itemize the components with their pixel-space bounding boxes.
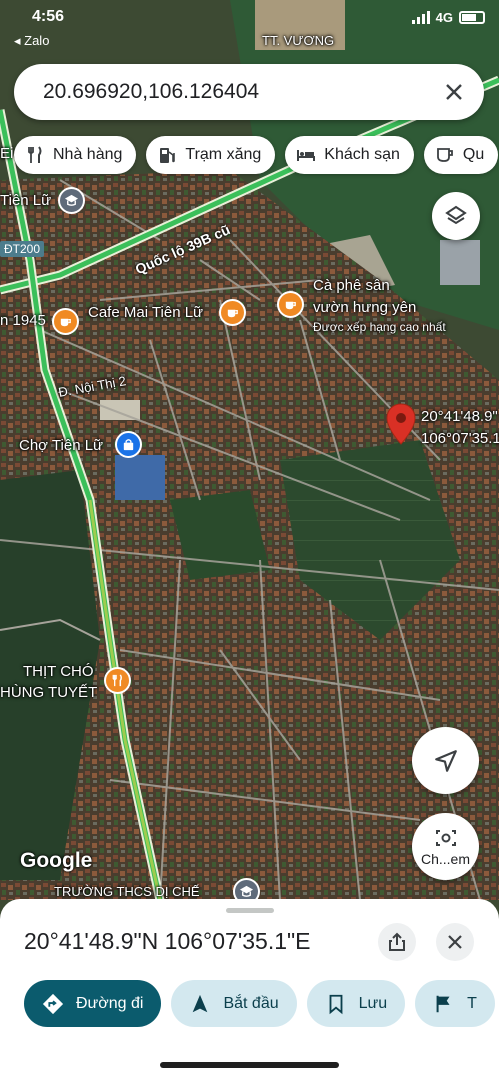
- share-button[interactable]: [378, 923, 416, 961]
- sheet-drag-handle[interactable]: [226, 908, 274, 913]
- close-icon[interactable]: [434, 72, 474, 112]
- label-button[interactable]: T: [415, 980, 495, 1027]
- chip-label: Trạm xăng: [185, 146, 262, 163]
- directions-button[interactable]: Đường đi: [24, 980, 162, 1027]
- pin-longitude-label: 106°07'35.1": [421, 430, 499, 447]
- place-bottom-sheet[interactable]: 20°41'48.9"N 106°07'35.1"E Đường đi Bắt …: [0, 899, 499, 1080]
- poi-label-truong[interactable]: TRƯỜNG THCS DỊ CHẾ: [54, 884, 200, 899]
- poi-label-ca-phe-san-line1[interactable]: Cà phê sân: [313, 277, 390, 294]
- poi-label-thit-cho-line1[interactable]: THỊT CHÓ: [23, 663, 94, 680]
- battery-icon: [459, 11, 485, 24]
- poi-label-tien-lu[interactable]: Tiên Lữ: [0, 192, 51, 209]
- poi-label-cho-tien-lu[interactable]: Chợ Tiên Lữ: [19, 437, 103, 454]
- dropped-pin-icon[interactable]: [386, 403, 416, 445]
- category-chips: Nhà hàng Trạm xăng Khách sạn Qu: [14, 136, 499, 174]
- poi-label-cafe-1945[interactable]: n 1945: [0, 312, 46, 329]
- edge-label: Ei: [0, 145, 14, 162]
- flag-icon: [436, 995, 450, 1012]
- coffee-cup-icon: [436, 148, 453, 162]
- signal-icon: [411, 11, 430, 24]
- action-label: Bắt đầu: [223, 994, 279, 1012]
- status-icons: 4G: [411, 10, 485, 25]
- pin-latitude-label: 20°41'48.9": [421, 408, 498, 425]
- close-icon: [448, 935, 462, 949]
- search-bar[interactable]: 20.696920,106.126404: [14, 64, 484, 120]
- street-view-icon: [435, 829, 456, 846]
- home-indicator: [160, 1062, 339, 1068]
- directions-icon: [42, 993, 64, 1014]
- fork-knife-icon[interactable]: [104, 667, 131, 694]
- poi-rating-label: Được xếp hạng cao nhất: [313, 320, 446, 334]
- chip-gas-stations[interactable]: Trạm xăng: [146, 136, 276, 174]
- save-button[interactable]: Lưu: [306, 980, 406, 1027]
- street-view-label: Ch...em: [420, 850, 470, 867]
- share-icon: [389, 932, 405, 951]
- layers-icon: [445, 205, 467, 225]
- coffee-icon[interactable]: [52, 308, 79, 335]
- gas-station-icon: [160, 148, 176, 163]
- status-time: 4:56: [32, 8, 65, 25]
- chip-hotels[interactable]: Khách sạn: [285, 136, 414, 174]
- chip-label: Qu: [462, 146, 485, 163]
- poi-label-ca-phe-san-line2[interactable]: vườn hưng yên: [313, 299, 416, 316]
- google-logo: Google: [20, 849, 93, 872]
- chip-coffee[interactable]: Qu: [423, 136, 499, 174]
- shopping-bag-icon[interactable]: [115, 431, 142, 458]
- search-input[interactable]: 20.696920,106.126404: [43, 80, 434, 104]
- chip-restaurants[interactable]: Nhà hàng: [14, 136, 137, 174]
- poi-label-cafe-mai[interactable]: Cafe Mai Tiên Lữ: [88, 304, 203, 321]
- coffee-icon[interactable]: [277, 291, 304, 318]
- network-type-label: 4G: [435, 10, 453, 25]
- layers-button[interactable]: [432, 192, 480, 240]
- coordinates-title: 20°41'48.9"N 106°07'35.1"E: [24, 928, 311, 954]
- action-label: Lưu: [358, 994, 388, 1012]
- poi-label-thit-cho-line2[interactable]: HÙNG TUYẾT: [0, 684, 97, 701]
- start-button[interactable]: Bắt đầu: [171, 980, 297, 1027]
- status-bar: 4:56 ◂ Zalo 4G: [0, 0, 499, 52]
- action-buttons: Đường đi Bắt đầu Lưu T: [24, 980, 495, 1027]
- back-to-app-link[interactable]: ◂ Zalo: [14, 33, 49, 49]
- close-sheet-button[interactable]: [436, 923, 474, 961]
- action-label: T: [467, 994, 477, 1012]
- school-icon[interactable]: [58, 187, 85, 214]
- chip-label: Khách sạn: [324, 146, 400, 163]
- navigation-arrow-icon: [193, 994, 208, 1012]
- my-location-button[interactable]: [412, 727, 479, 794]
- navigation-arrow-icon: [434, 749, 457, 772]
- bed-icon: [297, 150, 316, 161]
- bookmark-icon: [329, 994, 343, 1014]
- fork-knife-icon: [28, 146, 42, 163]
- street-view-button[interactable]: Ch...em: [412, 813, 479, 880]
- coffee-icon[interactable]: [219, 299, 246, 326]
- chip-label: Nhà hàng: [53, 146, 123, 163]
- road-shield-dt200: ĐT200: [0, 241, 45, 257]
- action-label: Đường đi: [76, 994, 144, 1012]
